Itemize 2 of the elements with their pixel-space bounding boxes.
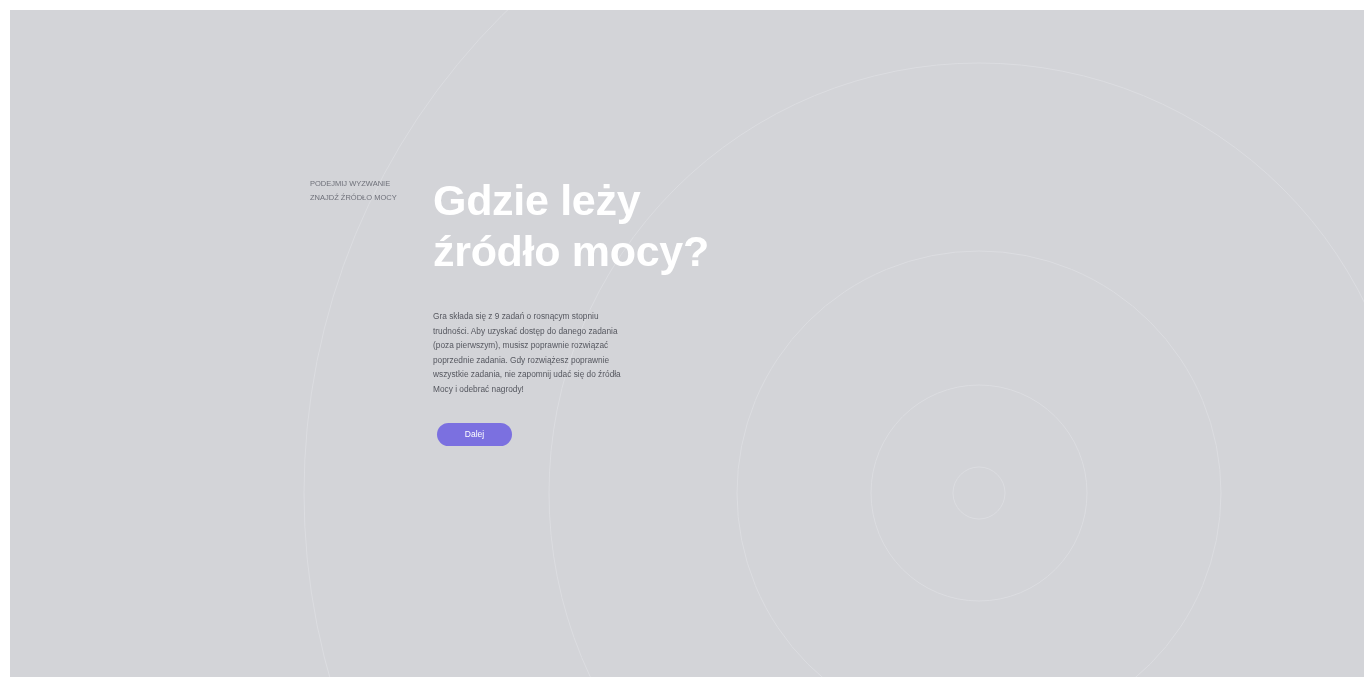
- next-button[interactable]: Dalej: [437, 422, 512, 446]
- description-text: Gra składa się z 9 zadań o rosnącym stopniu trudności. Aby uzyskać dostęp do danego zadania (poza pierwszym), musisz poprawnie rozwiązać poprzednie zadania. Gdy rozwiążesz poprawnie wszystkie zadania, nie zapomnij udać się do źródła Mocy i odebrać nagrody!: [433, 310, 622, 396]
